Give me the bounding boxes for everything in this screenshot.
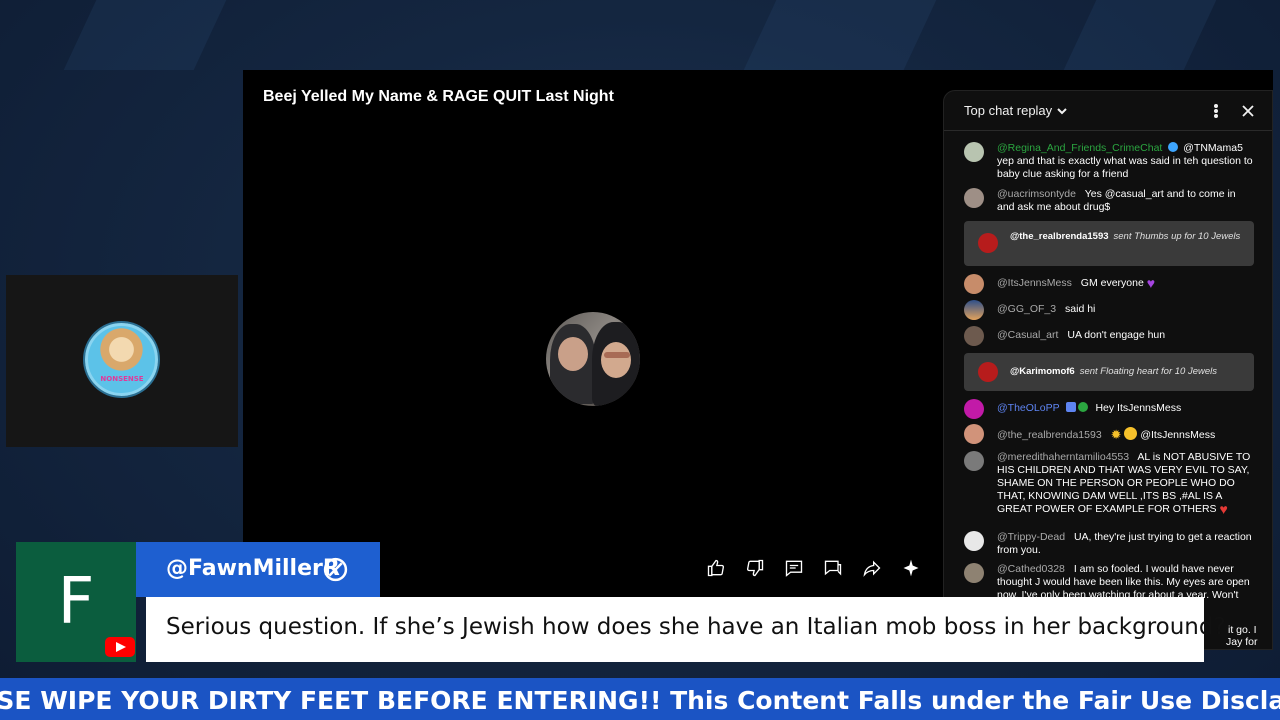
chat-overflow-fragment: Jay for — [1226, 636, 1258, 648]
gift-message: @the_realbrenda1593 sent Thumbs up for 10… — [964, 221, 1254, 266]
chat-mode-label: Top chat replay — [964, 103, 1053, 118]
chat-text: Hey ItsJennsMess — [1095, 402, 1182, 414]
comment-icon[interactable] — [782, 556, 806, 580]
avatar — [964, 300, 984, 320]
chat-author[interactable]: @GG_OF_3 — [997, 303, 1056, 315]
close-icon[interactable] — [1236, 99, 1260, 123]
ticker-text: EASE WIPE YOUR DIRTY FEET BEFORE ENTERIN… — [0, 686, 1280, 715]
chat-author[interactable]: @Trippy-Dead — [997, 531, 1065, 543]
chat-overflow-fragment: it go. I — [1228, 624, 1257, 636]
chat-author[interactable]: @the_realbrenda1593 — [997, 429, 1102, 441]
chat-message: @uacrimsontyde Yes @casual_art and to co… — [964, 188, 1254, 214]
chat-author[interactable]: @ItsJennsMess — [997, 277, 1072, 289]
sparkle-icon[interactable] — [899, 556, 923, 580]
channel-avatar — [546, 312, 640, 406]
chat-text: yep and that is exactly what was said in… — [997, 155, 1253, 180]
commenter-initial: F — [57, 565, 95, 639]
avatar — [964, 563, 984, 583]
chat-author[interactable]: @Regina_And_Friends_CrimeChat — [997, 142, 1162, 154]
avatar — [978, 362, 998, 382]
avatar — [964, 399, 984, 419]
avatar — [964, 424, 984, 444]
chat-text: @ItsJennsMess — [1140, 429, 1216, 441]
block-icon — [323, 557, 348, 582]
chat-text: UA don't engage hun — [1067, 329, 1166, 341]
youtube-logo-icon — [105, 637, 135, 657]
background-stripe — [743, 0, 937, 70]
chat-author[interactable]: @Cathed0328 — [997, 563, 1065, 575]
gift-message: @Karimomof6 sent Floating heart for 10 Je… — [964, 353, 1254, 391]
chat-message: @ItsJennsMess GM everyone ♥ — [964, 274, 1254, 294]
background-stripe — [1063, 0, 1217, 70]
chat-mention: @TNMama5 — [1183, 142, 1243, 154]
avatar — [978, 233, 998, 253]
webcam-avatar-text: NONSENSE — [100, 375, 144, 383]
avatar-sunglasses — [604, 352, 630, 358]
webcam-avatar — [85, 323, 158, 396]
verified-badge-icon — [1168, 142, 1179, 152]
purple-heart-icon: ♥ — [1146, 275, 1156, 291]
live-chat-panel: Top chat replay @Regina_And_Friends_Crim… — [943, 90, 1273, 650]
avatar-face-left — [558, 337, 588, 371]
chat-text: said hi — [1065, 303, 1096, 315]
thumbs-down-icon[interactable] — [743, 556, 767, 580]
chevron-down-icon — [1057, 107, 1067, 114]
gift-author[interactable]: @Karimomof6 — [1010, 366, 1075, 377]
face-emoji-icon — [1124, 427, 1138, 440]
scrolling-ticker: EASE WIPE YOUR DIRTY FEET BEFORE ENTERIN… — [0, 678, 1280, 720]
avatar — [964, 531, 984, 551]
chat-message: @GG_OF_3 said hi — [964, 300, 1254, 320]
chat-author[interactable]: @uacrimsontyde — [997, 188, 1076, 200]
red-heart-icon: ♥ — [1219, 501, 1228, 517]
avatar — [964, 326, 984, 346]
gift-author[interactable]: @the_realbrenda1593 — [1010, 231, 1109, 242]
share-icon[interactable] — [860, 556, 884, 580]
chat-text: GM everyone — [1080, 277, 1144, 289]
thumbs-up-icon[interactable] — [704, 556, 728, 580]
chat-message: @Trippy-Dead UA, they're just trying to … — [964, 531, 1254, 557]
chat-icon[interactable] — [821, 556, 845, 580]
chat-message: @TheOLoPP Hey ItsJennsMess — [964, 399, 1254, 419]
gift-text: sent Floating heart for 10 Jewels — [1079, 366, 1217, 377]
chat-message: @meredithaherntamilio4553 AL is NOT ABUS… — [964, 451, 1254, 516]
chat-message: @Casual_art UA don't engage hun — [964, 326, 1254, 346]
moderator-badge-icon — [1077, 402, 1088, 412]
sun-emoji-icon: ✹ — [1110, 427, 1122, 442]
chat-header: Top chat replay — [944, 91, 1272, 131]
commenter-username: @FawnMillerR — [166, 556, 340, 581]
comment-message: Serious question. If she’s Jewish how do… — [166, 614, 1226, 640]
video-action-bar — [704, 556, 924, 580]
chat-author[interactable]: @meredithaherntamilio4553 — [997, 451, 1129, 463]
chat-author[interactable]: @TheOLoPP — [997, 402, 1060, 414]
avatar — [964, 188, 984, 208]
avatar — [964, 451, 984, 471]
avatar — [964, 274, 984, 294]
member-badge-icon — [1065, 402, 1076, 412]
chat-mode-dropdown[interactable]: Top chat replay — [964, 103, 1068, 118]
chat-message: @the_realbrenda1593 ✹ @ItsJennsMess — [964, 424, 1254, 444]
chat-message: @Regina_And_Friends_CrimeChat @TNMama5 y… — [964, 142, 1254, 181]
avatar — [964, 142, 984, 162]
video-title[interactable]: Beej Yelled My Name & RAGE QUIT Last Nig… — [263, 88, 614, 106]
background-stripe — [63, 0, 227, 70]
more-vert-icon[interactable] — [1204, 99, 1228, 123]
chat-author[interactable]: @Casual_art — [997, 329, 1058, 341]
gift-text: sent Thumbs up for 10 Jewels — [1113, 231, 1241, 242]
avatar-face-right — [601, 342, 631, 378]
